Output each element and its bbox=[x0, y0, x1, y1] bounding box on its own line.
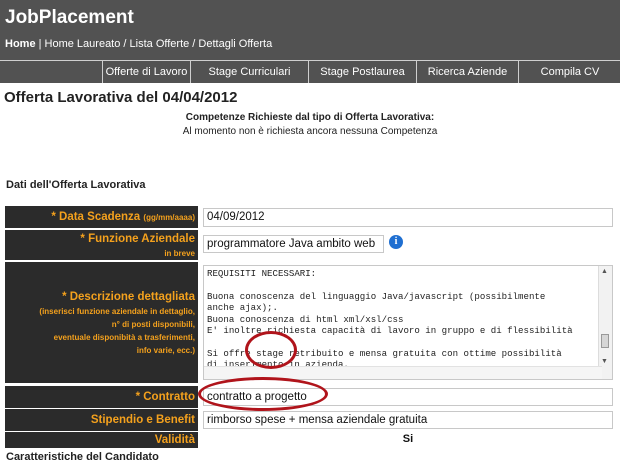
label-funzione-aziendale-sub: in breve bbox=[164, 249, 195, 258]
annotation-circle-contratto bbox=[198, 377, 328, 411]
scroll-down-icon[interactable]: ▼ bbox=[601, 358, 608, 365]
label-validita: Validità bbox=[5, 432, 198, 448]
candidate-section-title: Caratteristiche del Candidato bbox=[6, 451, 159, 463]
label-descrizione-sub4: info varie, ecc.) bbox=[136, 346, 195, 355]
label-descrizione-sub3: eventuale disponibità a trasferimenti, bbox=[53, 333, 195, 342]
info-icon[interactable]: i bbox=[389, 235, 403, 249]
label-data-scadenza-sub: (gg/mm/aaaa) bbox=[143, 213, 195, 222]
header: JobPlacement Home | Home Laureato / List… bbox=[0, 0, 620, 60]
label-data-scadenza-text: * Data Scadenza bbox=[51, 211, 141, 223]
competenze-heading: Competenze Richieste dal tipo di Offerta… bbox=[185, 112, 435, 123]
label-data-scadenza: * Data Scadenza (gg/mm/aaaa) bbox=[5, 206, 198, 228]
section-title: Dati dell'Offerta Lavorativa bbox=[6, 179, 146, 191]
label-funzione-aziendale-text: * Funzione Aziendale bbox=[80, 233, 195, 245]
label-descrizione: * Descrizione dettagliata (inserisci fun… bbox=[5, 262, 198, 383]
breadcrumb: Home | Home Laureato / Lista Offerte / D… bbox=[5, 38, 272, 50]
textarea-vertical-scrollbar[interactable]: ▲ ▼ bbox=[598, 266, 612, 379]
funzione-aziendale-input[interactable]: programmatore Java ambito web bbox=[203, 235, 384, 253]
scroll-up-icon[interactable]: ▲ bbox=[601, 268, 608, 275]
label-stipendio-benefit: Stipendio e Benefit bbox=[5, 409, 198, 431]
breadcrumb-home-link[interactable]: Home bbox=[5, 38, 36, 50]
label-contratto: * Contratto bbox=[5, 386, 198, 408]
annotation-circle-stage bbox=[245, 331, 297, 369]
scrollbar-thumb[interactable] bbox=[601, 334, 609, 348]
app-title: JobPlacement bbox=[5, 7, 134, 28]
label-descrizione-text: * Descrizione dettagliata bbox=[62, 291, 195, 303]
data-scadenza-input[interactable]: 04/09/2012 bbox=[203, 208, 613, 227]
nav-compila-cv[interactable]: Compila CV bbox=[518, 61, 620, 83]
nav-stage-curriculari[interactable]: Stage Curriculari bbox=[190, 61, 308, 83]
label-descrizione-sub2: n° di posti disponibili, bbox=[111, 320, 195, 329]
validita-value: Si bbox=[402, 433, 414, 445]
nav-offerte-di-lavoro[interactable]: Offerte di Lavoro bbox=[102, 61, 190, 83]
label-descrizione-sub1: (inserisci funzione aziendale in dettagl… bbox=[39, 307, 195, 316]
stipendio-input[interactable]: rimborso spese + mensa aziendale gratuit… bbox=[203, 411, 613, 429]
nav-stage-postlaurea[interactable]: Stage Postlaurea bbox=[308, 61, 416, 83]
competenze-note: Al momento non è richiesta ancora nessun… bbox=[182, 126, 438, 137]
label-funzione-aziendale: * Funzione Aziendale in breve bbox=[5, 230, 198, 260]
nav-ricerca-aziende[interactable]: Ricerca Aziende bbox=[416, 61, 518, 83]
page-title: Offerta Lavorativa del 04/04/2012 bbox=[4, 89, 238, 106]
main-nav: Offerte di Lavoro Stage Curriculari Stag… bbox=[0, 60, 620, 83]
breadcrumb-trail[interactable]: | Home Laureato / Lista Offerte / Dettag… bbox=[36, 38, 273, 50]
